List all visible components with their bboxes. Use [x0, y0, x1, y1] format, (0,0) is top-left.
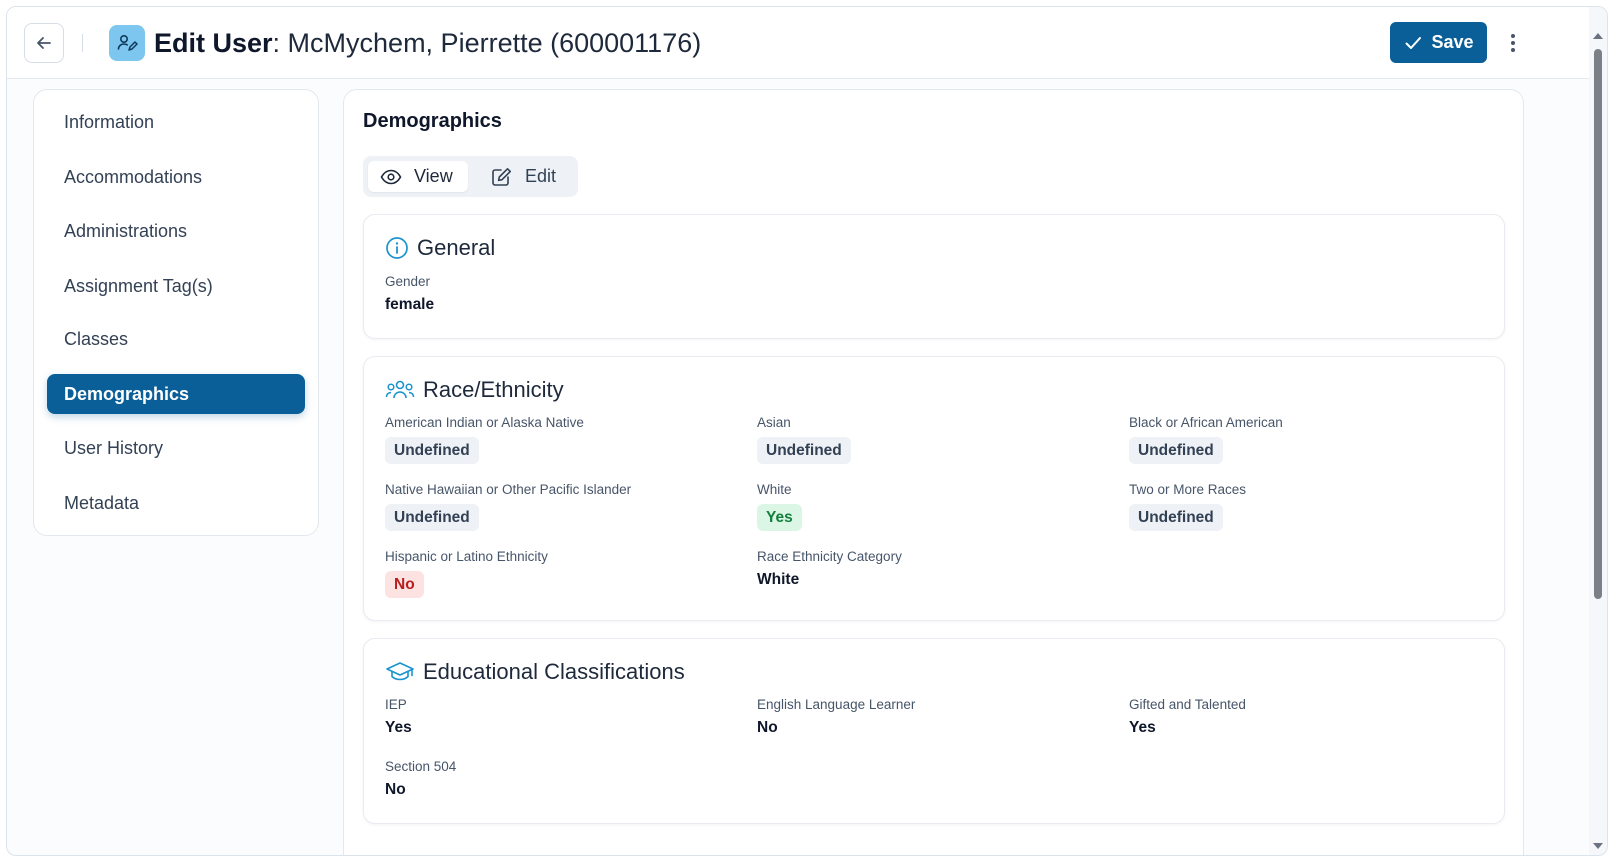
status-badge: Undefined: [385, 437, 479, 464]
edit-toggle-button[interactable]: Edit: [479, 161, 568, 192]
scroll-down-arrow-icon[interactable]: [1593, 843, 1603, 849]
save-button[interactable]: Save: [1390, 22, 1487, 63]
field-label: Black or African American: [1129, 415, 1283, 430]
gender-field: Gender female: [385, 273, 434, 314]
field-label: Native Hawaiian or Other Pacific Islande…: [385, 482, 632, 497]
american-indian-field: American Indian or Alaska Native Undefin…: [385, 414, 584, 464]
field-label: Gifted and Talented: [1129, 697, 1246, 712]
status-badge: Yes: [757, 504, 802, 531]
native-hawaiian-field: Native Hawaiian or Other Pacific Islande…: [385, 481, 631, 531]
race-card-header: Race/Ethnicity: [385, 377, 564, 403]
check-icon: [1405, 36, 1422, 49]
general-card: General Gender female: [363, 214, 1505, 339]
hispanic-latino-field: Hispanic or Latino Ethnicity No: [385, 548, 548, 598]
page-title-bold: Edit User: [154, 28, 273, 58]
page-header: Edit User: McMychem, Pierrette (60000117…: [7, 7, 1607, 79]
status-badge: Undefined: [1129, 437, 1223, 464]
sidebar-item-user-history[interactable]: User History: [47, 428, 305, 468]
race-ethnicity-card: Race/Ethnicity American Indian or Alaska…: [363, 356, 1505, 621]
sidebar-item-information[interactable]: Information: [47, 102, 305, 142]
section-504-field: Section 504 No: [385, 758, 456, 799]
general-card-title: General: [417, 235, 496, 260]
educational-classifications-card: Educational Classifications IEP Yes Engl…: [363, 638, 1505, 824]
scroll-up-arrow-icon[interactable]: [1593, 33, 1603, 39]
sidebar-item-administrations[interactable]: Administrations: [47, 211, 305, 251]
field-value: Yes: [1129, 719, 1156, 736]
field-label: Race Ethnicity Category: [757, 549, 902, 564]
two-or-more-races-field: Two or More Races Undefined: [1129, 481, 1246, 531]
pencil-square-icon: [492, 167, 511, 186]
scrollbar-thumb[interactable]: [1594, 49, 1602, 599]
sidebar-item-demographics[interactable]: Demographics: [47, 374, 305, 414]
vertical-scrollbar[interactable]: [1589, 7, 1607, 855]
arrow-left-icon: [37, 37, 51, 49]
view-toggle-button[interactable]: View: [368, 161, 468, 192]
sidebar-item-assignment-tags[interactable]: Assignment Tag(s): [47, 266, 305, 306]
field-label: White: [757, 482, 792, 497]
eye-icon: [380, 169, 402, 184]
education-card-title: Educational Classifications: [423, 659, 685, 684]
back-button[interactable]: [24, 23, 64, 63]
field-value: Yes: [385, 719, 412, 736]
sidebar-item-metadata[interactable]: Metadata: [47, 483, 305, 523]
field-label: American Indian or Alaska Native: [385, 415, 584, 430]
field-label: Two or More Races: [1129, 482, 1247, 497]
info-circle-icon: [386, 237, 408, 259]
section-title: Demographics: [363, 110, 502, 132]
status-badge: No: [385, 571, 424, 598]
field-value: White: [757, 571, 800, 588]
field-label: English Language Learner: [757, 697, 916, 712]
kebab-menu-icon[interactable]: [1503, 29, 1523, 57]
header-divider: [82, 34, 83, 52]
field-label: Gender: [385, 274, 431, 289]
field-label: IEP: [385, 697, 407, 712]
save-label: Save: [1431, 32, 1474, 52]
user-edit-icon: [109, 25, 145, 61]
sidebar-item-accommodations[interactable]: Accommodations: [47, 157, 305, 197]
general-card-header: General: [385, 235, 495, 261]
field-value: female: [385, 296, 435, 313]
page-title: Edit User: McMychem, Pierrette (60000117…: [154, 25, 701, 61]
status-badge: Undefined: [757, 437, 851, 464]
view-label: View: [414, 166, 453, 186]
black-african-american-field: Black or African American Undefined: [1129, 414, 1283, 464]
demographics-panel: Demographics View Edit General Gender fe…: [343, 89, 1524, 855]
users-group-icon: [385, 380, 415, 399]
white-field: White Yes: [757, 481, 802, 531]
field-value: No: [757, 719, 778, 736]
sidebar-item-classes[interactable]: Classes: [47, 319, 305, 359]
field-value: No: [385, 781, 406, 798]
education-card-header: Educational Classifications: [385, 659, 685, 685]
page-title-user: : McMychem, Pierrette (600001176): [272, 28, 702, 58]
view-edit-toggle: View Edit: [363, 156, 578, 197]
sidebar-nav: Information Accommodations Administratio…: [33, 89, 319, 536]
iep-field: IEP Yes: [385, 696, 412, 737]
english-language-learner-field: English Language Learner No: [757, 696, 915, 737]
edit-label: Edit: [525, 166, 557, 186]
status-badge: Undefined: [1129, 504, 1223, 531]
field-label: Hispanic or Latino Ethnicity: [385, 549, 548, 564]
status-badge: Undefined: [385, 504, 479, 531]
app-window: Edit User: McMychem, Pierrette (60000117…: [6, 6, 1608, 856]
race-card-title: Race/Ethnicity: [423, 377, 564, 402]
gifted-talented-field: Gifted and Talented Yes: [1129, 696, 1246, 737]
field-label: Section 504: [385, 759, 457, 774]
asian-field: Asian Undefined: [757, 414, 851, 464]
field-label: Asian: [757, 415, 791, 430]
graduation-cap-icon: [386, 662, 414, 681]
race-ethnicity-category-field: Race Ethnicity Category White: [757, 548, 902, 589]
